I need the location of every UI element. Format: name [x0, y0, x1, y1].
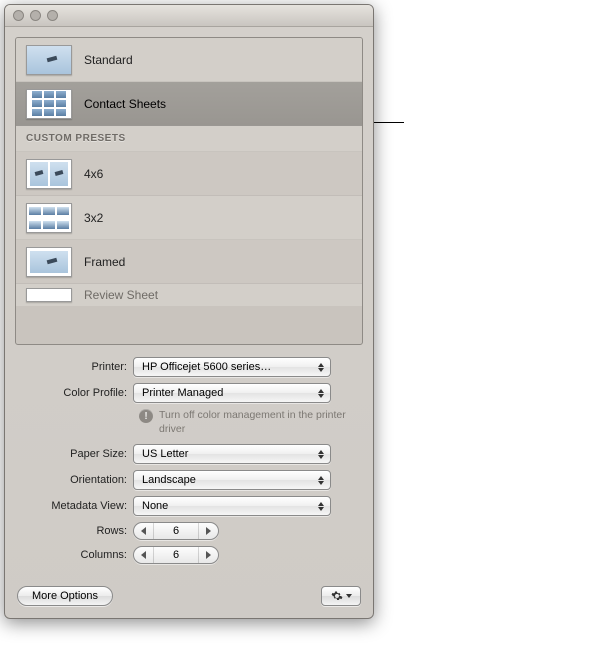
preset-thumb-icon: [26, 288, 72, 302]
color-profile-hint: ! Turn off color management in the print…: [139, 409, 361, 436]
print-settings-panel: Standard Contact Sheets CUSTOM PRESETS 4…: [4, 4, 374, 619]
updown-arrows-icon: [313, 446, 328, 462]
orientation-select[interactable]: Landscape: [133, 470, 331, 490]
paper-size-label: Paper Size:: [17, 448, 133, 460]
preset-list[interactable]: Standard Contact Sheets CUSTOM PRESETS 4…: [15, 37, 363, 345]
preset-item-label: Review Sheet: [84, 288, 158, 302]
stepper-decrement[interactable]: [134, 547, 154, 563]
rows-stepper[interactable]: 6: [133, 522, 219, 540]
columns-value: 6: [154, 549, 198, 561]
hint-text: Turn off color management in the printer…: [159, 409, 361, 436]
preset-thumb-icon: [26, 247, 72, 277]
columns-stepper[interactable]: 6: [133, 546, 219, 564]
paper-size-select[interactable]: US Letter: [133, 444, 331, 464]
preset-item-label: Framed: [84, 255, 125, 269]
orientation-value: Landscape: [142, 474, 196, 486]
printer-select-value: HP Officejet 5600 series…: [142, 361, 271, 373]
close-icon[interactable]: [13, 10, 24, 21]
preset-item-label: Contact Sheets: [84, 97, 166, 111]
columns-label: Columns:: [17, 549, 133, 561]
preset-section-header: CUSTOM PRESETS: [16, 126, 362, 152]
color-profile-value: Printer Managed: [142, 387, 223, 399]
metadata-view-value: None: [142, 500, 168, 512]
preset-item-label: 3x2: [84, 211, 103, 225]
preset-item-4x6[interactable]: 4x6: [16, 152, 362, 196]
preset-thumb-icon: [26, 159, 72, 189]
updown-arrows-icon: [313, 385, 328, 401]
preset-item-3x2[interactable]: 3x2: [16, 196, 362, 240]
stepper-increment[interactable]: [198, 547, 218, 563]
print-options-form: Printer: HP Officejet 5600 series… Color…: [5, 345, 373, 576]
preset-item-standard[interactable]: Standard: [16, 38, 362, 82]
paper-size-value: US Letter: [142, 448, 188, 460]
metadata-view-label: Metadata View:: [17, 500, 133, 512]
printer-label: Printer:: [17, 361, 133, 373]
titlebar: [5, 5, 373, 27]
rows-label: Rows:: [17, 525, 133, 537]
preset-thumb-icon: [26, 45, 72, 75]
preset-item-label: Standard: [84, 53, 133, 67]
stepper-decrement[interactable]: [134, 523, 154, 539]
metadata-view-select[interactable]: None: [133, 496, 331, 516]
action-menu-button[interactable]: [321, 586, 361, 606]
stepper-increment[interactable]: [198, 523, 218, 539]
more-options-button[interactable]: More Options: [17, 586, 113, 606]
printer-select[interactable]: HP Officejet 5600 series…: [133, 357, 331, 377]
color-profile-label: Color Profile:: [17, 387, 133, 399]
updown-arrows-icon: [313, 498, 328, 514]
preset-item-contact-sheets[interactable]: Contact Sheets: [16, 82, 362, 126]
rows-value: 6: [154, 525, 198, 537]
zoom-icon[interactable]: [47, 10, 58, 21]
gear-icon: [331, 590, 343, 602]
callout-line: [374, 122, 404, 123]
updown-arrows-icon: [313, 359, 328, 375]
bottom-toolbar: More Options: [5, 576, 373, 618]
preset-thumb-icon: [26, 89, 72, 119]
orientation-label: Orientation:: [17, 474, 133, 486]
color-profile-select[interactable]: Printer Managed: [133, 383, 331, 403]
preset-item-label: 4x6: [84, 167, 103, 181]
preset-thumb-icon: [26, 203, 72, 233]
preset-item-review-sheet[interactable]: Review Sheet: [16, 284, 362, 306]
minimize-icon[interactable]: [30, 10, 41, 21]
chevron-down-icon: [346, 594, 352, 598]
updown-arrows-icon: [313, 472, 328, 488]
more-options-label: More Options: [32, 590, 98, 602]
info-icon: !: [139, 409, 153, 423]
preset-section-label: CUSTOM PRESETS: [26, 133, 126, 144]
preset-item-framed[interactable]: Framed: [16, 240, 362, 284]
